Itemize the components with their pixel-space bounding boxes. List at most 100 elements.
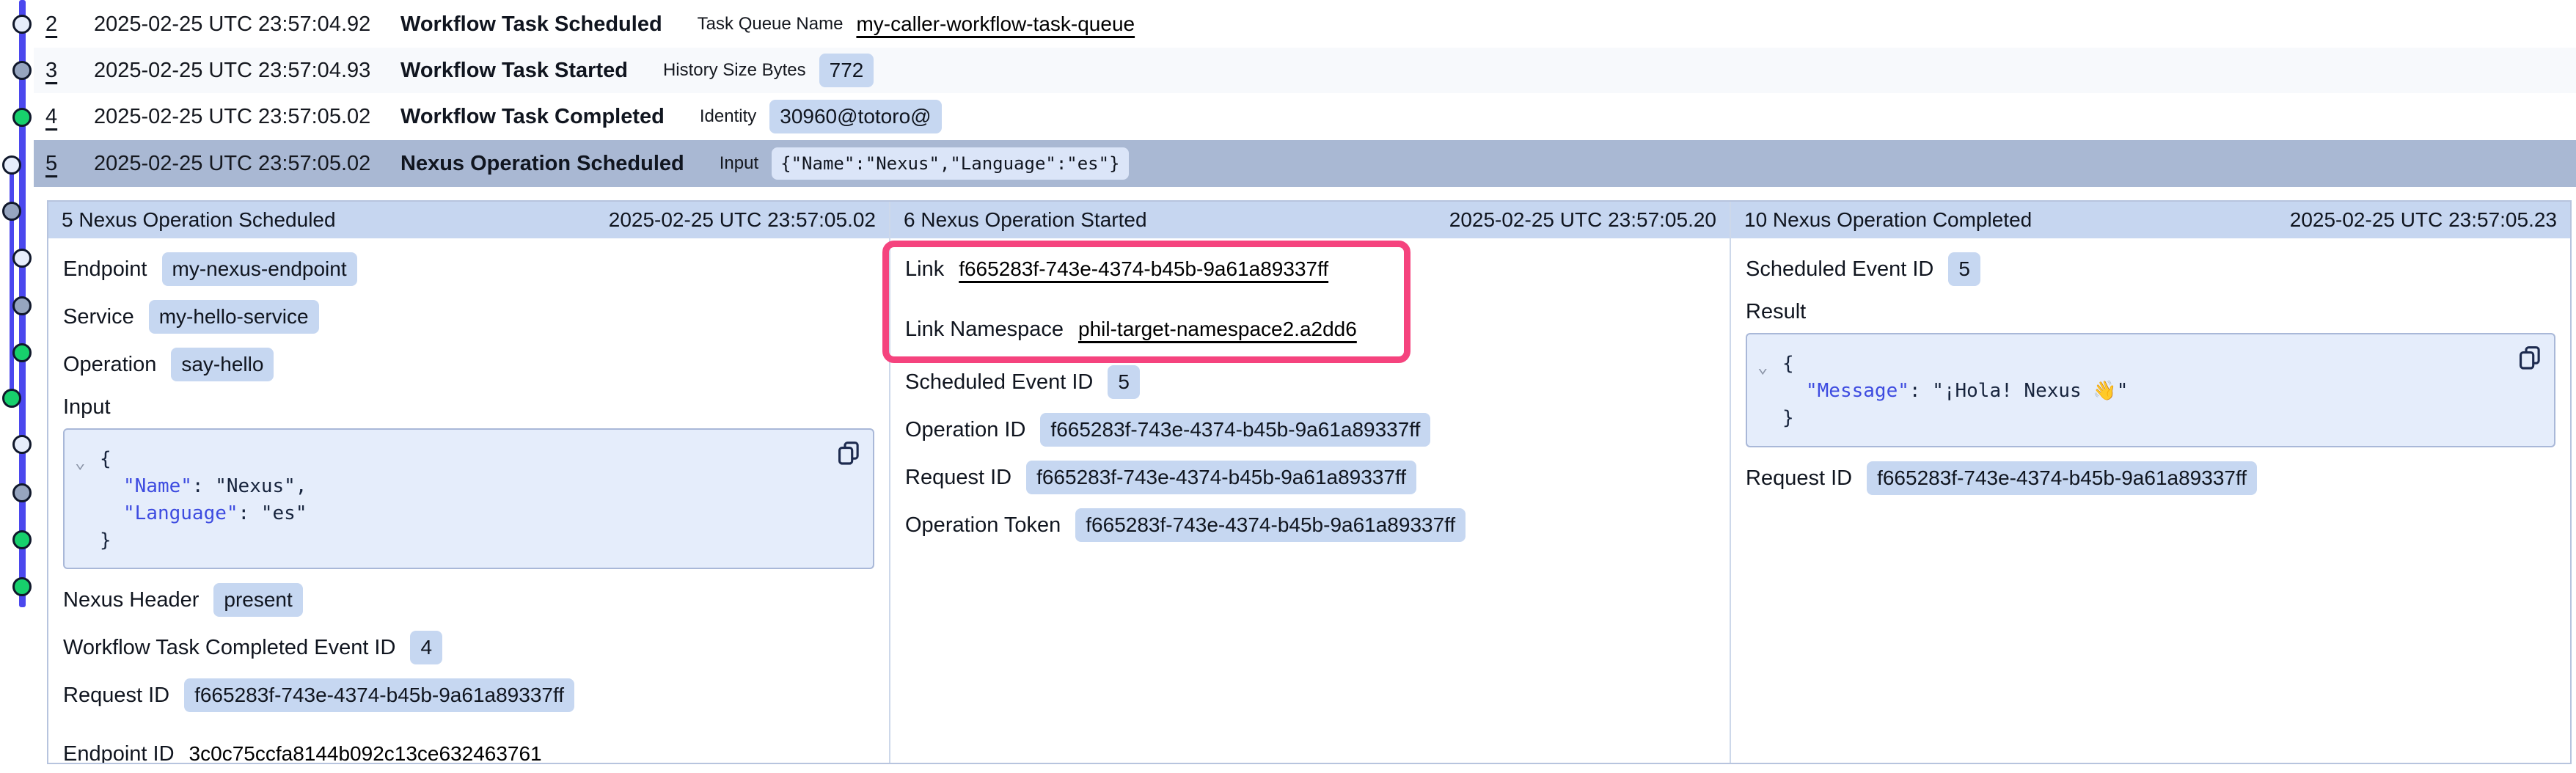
field-label: Input	[63, 395, 111, 419]
event-row[interactable]: 5 2025-02-25 UTC 23:57:05.02 Nexus Operati…	[34, 140, 2576, 187]
timeline-event-dot	[12, 108, 32, 127]
panel-field: Servicemy-hello-service	[63, 300, 874, 334]
event-summary-label: History Size Bytes	[663, 60, 806, 81]
event-id-link[interactable]: 2	[45, 12, 72, 37]
event-timestamp: 2025-02-25 UTC 23:57:05.02	[94, 105, 386, 129]
timeline-event-dot	[12, 530, 32, 549]
field-label: Link	[905, 257, 944, 282]
event-group-panel: 6 Nexus Operation Started2025-02-25 UTC …	[889, 202, 1730, 763]
json-code-block: ⌄{"Message": "¡Hola! Nexus 👋"}	[1746, 333, 2555, 447]
timeline-event-dot	[2, 202, 21, 221]
field-value-badge: f665283f-743e-4374-b45b-9a61a89337ff	[1075, 508, 1466, 542]
event-summary-link[interactable]: my-caller-workflow-task-queue	[856, 12, 1135, 36]
panel-field: Link f665283f-743e-4374-b45b-9a61a89337ff	[905, 252, 1715, 286]
event-group-panel: 10 Nexus Operation Completed 2025-02-25 U…	[1730, 202, 2570, 763]
copy-icon[interactable]	[836, 440, 861, 468]
panel-field: Request ID f665283f-743e-4374-b45b-9a61a8…	[1746, 461, 2555, 495]
field-label: Service	[63, 305, 134, 329]
panel-field: Operation IDf665283f-743e-4374-b45b-9a61…	[905, 413, 1715, 447]
panel-title: 5 Nexus Operation Scheduled	[62, 208, 336, 232]
field-label: Workflow Task Completed Event ID	[63, 636, 395, 660]
event-summary-chip: Input{"Name":"Nexus","Language":"es"}	[720, 147, 1129, 180]
panel-header[interactable]: 6 Nexus Operation Started2025-02-25 UTC …	[890, 202, 1730, 238]
json-value: : "¡Hola! Nexus 👋"	[1909, 380, 2128, 402]
event-row[interactable]: 32025-02-25 UTC 23:57:04.93Workflow Task…	[34, 48, 2576, 93]
field-label: Result	[1746, 300, 1806, 323]
field-value-badge: f665283f-743e-4374-b45b-9a61a89337ff	[1040, 413, 1430, 447]
panel-field: Scheduled Event ID5	[905, 365, 1715, 399]
panel-body: Link f665283f-743e-4374-b45b-9a61a89337ff…	[890, 252, 1730, 542]
event-name: Workflow Task Completed	[400, 105, 665, 129]
field-label: Operation Token	[905, 513, 1061, 538]
event-id-link[interactable]: 4	[45, 105, 72, 129]
event-row[interactable]: 2 2025-02-25 UTC 23:57:04.92 Workflow Task…	[34, 1, 2576, 47]
panel-timestamp: 2025-02-25 UTC 23:57:05.23	[2290, 208, 2557, 232]
collapse-chevron-icon[interactable]: ⌄	[75, 449, 85, 476]
panel-header[interactable]: 5 Nexus Operation Scheduled 2025-02-25 UT…	[48, 202, 889, 238]
event-group-panel: 5 Nexus Operation Scheduled 2025-02-25 UT…	[48, 202, 889, 763]
json-code-line: "Name": "Nexus",	[65, 473, 873, 500]
event-name: Nexus Operation Scheduled	[400, 152, 684, 176]
json-key: "Language"	[123, 502, 238, 524]
json-code-line: }	[1747, 405, 2554, 432]
event-summary-chip: Identity30960@totoro@	[700, 100, 942, 133]
timeline-branch-line	[10, 165, 14, 398]
field-value-badge: present	[213, 583, 302, 617]
json-code-block: ⌄{"Name": "Nexus","Language": "es"}	[63, 428, 874, 569]
field-value-badge: 5	[1108, 365, 1140, 399]
event-id-link[interactable]: 3	[45, 59, 72, 83]
event-timestamp: 2025-02-25 UTC 23:57:04.92	[94, 12, 386, 37]
panel-field: Input⌄{"Name": "Nexus","Language": "es"}	[63, 395, 874, 569]
event-summary-label: Task Queue Name	[698, 14, 844, 34]
panel-field: Operationsay-hello	[63, 348, 874, 381]
json-punct: }	[1782, 407, 1794, 429]
panel-field: Request ID f665283f-743e-4374-b45b-9a61a8…	[63, 678, 874, 712]
field-label: Request ID	[63, 684, 169, 708]
field-label: Request ID	[1746, 466, 1852, 491]
field-value-badge: my-nexus-endpoint	[162, 252, 357, 286]
field-value-link[interactable]: 3c0c75ccfa8144b092c13ce632463761	[189, 742, 542, 763]
json-value: : "Nexus",	[192, 475, 307, 497]
event-timestamp: 2025-02-25 UTC 23:57:05.02	[94, 152, 386, 176]
field-label: Endpoint ID	[63, 742, 175, 763]
field-label: Operation	[63, 353, 156, 377]
panel-timestamp: 2025-02-25 UTC 23:57:05.02	[609, 208, 876, 232]
event-summary-badge: 772	[819, 54, 874, 87]
panel-title: 6 Nexus Operation Started	[904, 208, 1147, 232]
json-punct: {	[1782, 353, 1794, 375]
json-code-line: ⌄{	[1747, 351, 2554, 378]
json-key: "Name"	[123, 475, 192, 497]
field-value-link[interactable]: f665283f-743e-4374-b45b-9a61a89337ff	[959, 257, 1328, 281]
field-value-badge: f665283f-743e-4374-b45b-9a61a89337ff	[1026, 461, 1416, 494]
field-value-link[interactable]: phil-target-namespace2.a2dd6	[1078, 318, 1357, 341]
collapse-chevron-icon[interactable]: ⌄	[1757, 353, 1768, 381]
event-id-link[interactable]: 5	[45, 152, 72, 176]
field-value-badge: 4	[410, 631, 442, 664]
panel-field: Operation Token f665283f-743e-4374-b45b-9…	[905, 508, 1715, 542]
timeline-event-dot	[12, 483, 32, 502]
event-row[interactable]: 4 2025-02-25 UTC 23:57:05.02 Workflow Task…	[34, 94, 2576, 139]
panel-field: Result⌄{"Message": "¡Hola! Nexus 👋"}	[1746, 300, 2555, 447]
json-punct: }	[100, 530, 111, 552]
event-summary-chip: Task Queue Name my-caller-workflow-task-q…	[698, 12, 1135, 36]
field-label: Link Namespace	[905, 318, 1064, 342]
timeline-event-dot	[12, 577, 32, 596]
panel-title: 10 Nexus Operation Completed	[1744, 208, 2032, 232]
field-value-badge: 5	[1948, 252, 1980, 286]
event-timestamp: 2025-02-25 UTC 23:57:04.93	[94, 59, 386, 83]
panel-field: Request ID f665283f-743e-4374-b45b-9a61a8…	[905, 461, 1715, 494]
workflow-history-page: 2 2025-02-25 UTC 23:57:04.92 Workflow Task…	[0, 0, 2576, 773]
field-value-badge: f665283f-743e-4374-b45b-9a61a89337ff	[184, 678, 574, 712]
copy-icon[interactable]	[2517, 345, 2542, 373]
json-key: "Message"	[1806, 380, 1909, 402]
panel-header[interactable]: 10 Nexus Operation Completed 2025-02-25 U…	[1731, 202, 2570, 238]
field-label: Request ID	[905, 466, 1011, 490]
panel-body: Scheduled Event ID5Result⌄{"Message": "¡…	[1731, 252, 2570, 495]
field-value-badge: f665283f-743e-4374-b45b-9a61a89337ff	[1867, 461, 2257, 495]
panel-body: Endpointmy-nexus-endpoint Servicemy-hello…	[48, 252, 889, 763]
timeline-event-dot	[12, 296, 32, 315]
json-code-line: }	[65, 527, 873, 554]
field-label: Scheduled Event ID	[1746, 257, 1933, 282]
panel-field: Endpointmy-nexus-endpoint	[63, 252, 874, 286]
event-name: Workflow Task Scheduled	[400, 12, 662, 37]
